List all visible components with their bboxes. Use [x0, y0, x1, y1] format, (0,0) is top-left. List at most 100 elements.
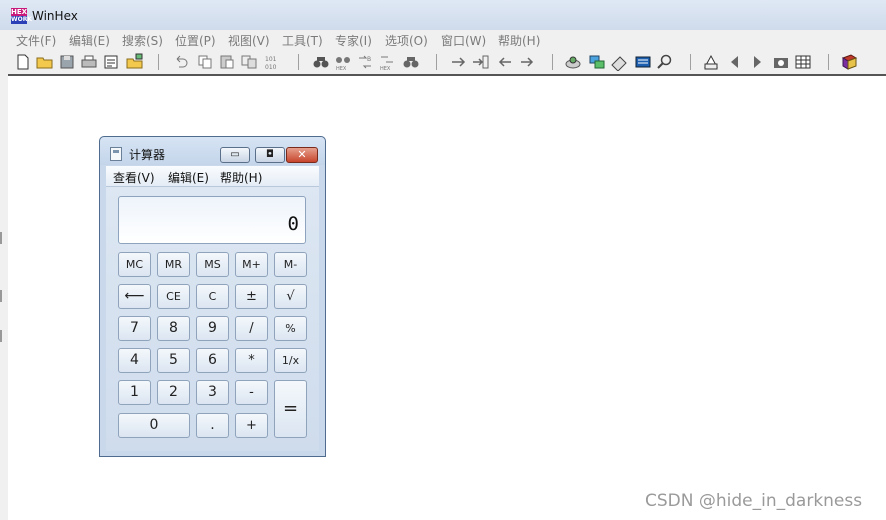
digit-0-button[interactable]: 0 [118, 413, 190, 438]
hash-icon[interactable] [702, 53, 720, 71]
winhex-title-bar[interactable]: HEX WORK WinHex [0, 0, 886, 30]
calc-menu-edit[interactable]: 编辑(E) [168, 169, 209, 186]
calculator-window: 计算器 ▭ ◘ ✕ 查看(V) 编辑(E) 帮助(H) 0 MC MR MS M… [99, 136, 326, 457]
close-button[interactable]: ✕ [286, 147, 318, 163]
digit-1-button[interactable]: 1 [118, 380, 151, 405]
edge-mark [0, 290, 2, 302]
svg-text:HEX: HEX [336, 66, 347, 71]
menu-view[interactable]: 视图(V) [228, 32, 270, 49]
undo-icon[interactable] [172, 53, 190, 71]
calculator-body: 0 MC MR MS M+ M- ⟵ CE C ± √ 7 8 9 / % 4 … [106, 187, 319, 451]
copy-block-icon[interactable] [240, 53, 258, 71]
back-icon[interactable] [496, 53, 514, 71]
replace-text-icon[interactable]: B [356, 53, 374, 71]
toolbar-separator [828, 54, 829, 70]
divide-button[interactable]: / [235, 316, 268, 341]
find-next-icon[interactable] [402, 53, 420, 71]
plus-minus-button[interactable]: ± [235, 284, 268, 309]
calculator-icon[interactable] [634, 53, 652, 71]
square-root-button[interactable]: √ [274, 284, 307, 309]
winhex-logo-icon: HEX WORK [11, 8, 32, 24]
add-button[interactable]: + [235, 413, 268, 438]
prev-icon[interactable] [726, 53, 744, 71]
copy-icon[interactable] [196, 53, 214, 71]
open-disk-icon[interactable] [126, 53, 144, 71]
find-text-icon[interactable] [312, 53, 330, 71]
memory-recall-button[interactable]: MR [157, 252, 190, 277]
menu-file[interactable]: 文件(F) [16, 32, 56, 49]
restore-icon: ◘ [266, 149, 274, 160]
save-icon[interactable] [58, 53, 76, 71]
backspace-button[interactable]: ⟵ [118, 284, 151, 309]
menu-edit[interactable]: 编辑(E) [69, 32, 110, 49]
menu-help[interactable]: 帮助(H) [498, 32, 540, 49]
logo-top-text: HEX [11, 8, 28, 16]
goto-sector-icon[interactable] [472, 53, 490, 71]
equals-button[interactable]: = [274, 380, 307, 438]
winhex-title: WinHex [32, 9, 78, 23]
paste-icon[interactable] [218, 53, 236, 71]
snapshot-icon[interactable] [772, 53, 790, 71]
menu-window[interactable]: 窗口(W) [441, 32, 486, 49]
winhex-menu-bar: 文件(F) 编辑(E) 搜索(S) 位置(P) 视图(V) 工具(T) 专家(I… [8, 30, 886, 50]
menu-position[interactable]: 位置(P) [175, 32, 216, 49]
subtract-button[interactable]: - [235, 380, 268, 405]
menu-search[interactable]: 搜索(S) [122, 32, 163, 49]
forward-icon[interactable] [518, 53, 536, 71]
watermark-text: CSDN @hide_in_darkness [645, 491, 863, 511]
edge-mark [0, 232, 2, 244]
menu-tools[interactable]: 工具(T) [282, 32, 323, 49]
digit-8-button[interactable]: 8 [157, 316, 190, 341]
digit-5-button[interactable]: 5 [157, 348, 190, 373]
winhex-toolbar: 101 010 HEX B HEX [8, 50, 886, 76]
calculator-display: 0 [118, 196, 306, 244]
digit-6-button[interactable]: 6 [196, 348, 229, 373]
goto-offset-icon[interactable] [450, 53, 468, 71]
clear-button[interactable]: C [196, 284, 229, 309]
memory-subtract-button[interactable]: M- [274, 252, 307, 277]
calc-menu-view[interactable]: 查看(V) [113, 169, 155, 186]
memory-store-button[interactable]: MS [196, 252, 229, 277]
memory-add-button[interactable]: M+ [235, 252, 268, 277]
digit-2-button[interactable]: 2 [157, 380, 190, 405]
svg-text:101: 101 [265, 56, 277, 63]
properties-icon[interactable] [102, 53, 120, 71]
decimal-button[interactable]: . [196, 413, 229, 438]
menu-options[interactable]: 选项(O) [385, 32, 428, 49]
display-value: 0 [287, 213, 299, 235]
clear-entry-button[interactable]: CE [157, 284, 190, 309]
logo-bottom-text: WORK [11, 16, 32, 24]
book-icon[interactable] [840, 53, 858, 71]
toolbar-separator [552, 54, 553, 70]
winhex-left-edge [0, 0, 8, 520]
new-file-icon[interactable] [14, 53, 32, 71]
menu-expert[interactable]: 专家(I) [335, 32, 372, 49]
table-icon[interactable] [794, 53, 812, 71]
toolbar-separator [436, 54, 437, 70]
minimize-button[interactable]: ▭ [220, 147, 250, 163]
print-icon[interactable] [80, 53, 98, 71]
open-folder-icon[interactable] [36, 53, 54, 71]
memory-clear-button[interactable]: MC [118, 252, 151, 277]
reciprocal-button[interactable]: 1/x [274, 348, 307, 373]
disk-icon[interactable] [564, 53, 582, 71]
maximize-button[interactable]: ◘ [255, 147, 285, 163]
percent-button[interactable]: % [274, 316, 307, 341]
search-icon[interactable] [656, 53, 674, 71]
calc-menu-help[interactable]: 帮助(H) [220, 169, 262, 186]
hex-convert-icon[interactable]: 101 010 [264, 53, 282, 71]
ram-icon[interactable] [588, 53, 606, 71]
digit-9-button[interactable]: 9 [196, 316, 229, 341]
digit-4-button[interactable]: 4 [118, 348, 151, 373]
calculator-title-bar[interactable]: 计算器 ▭ ◘ ✕ [100, 137, 325, 165]
next-icon[interactable] [748, 53, 766, 71]
digit-7-button[interactable]: 7 [118, 316, 151, 341]
multiply-button[interactable]: * [235, 348, 268, 373]
toolbar-separator [690, 54, 691, 70]
replace-hex-icon[interactable]: HEX [378, 53, 396, 71]
digit-3-button[interactable]: 3 [196, 380, 229, 405]
calculator-menu-bar: 查看(V) 编辑(E) 帮助(H) [106, 166, 319, 187]
find-hex-icon[interactable]: HEX [334, 53, 352, 71]
drive-icon[interactable] [610, 53, 628, 71]
toolbar-separator [158, 54, 159, 70]
